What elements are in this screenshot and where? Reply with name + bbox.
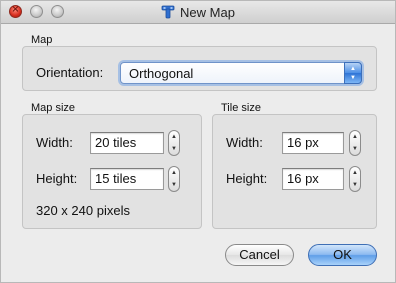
stepper-down-icon[interactable]: ▼ [350, 179, 360, 191]
ok-button[interactable]: OK [308, 244, 377, 266]
tile-height-label: Height: [226, 171, 268, 186]
map-width-label: Width: [36, 135, 73, 150]
tile-width-stepper[interactable]: ▲ ▼ [349, 130, 361, 156]
map-width-stepper[interactable]: ▲ ▼ [168, 130, 180, 156]
tile-width-field[interactable]: 16 px [282, 132, 344, 154]
map-height-label: Height: [36, 171, 78, 186]
map-height-stepper[interactable]: ▲ ▼ [168, 166, 180, 192]
orientation-value: Orthogonal [129, 66, 194, 81]
stepper-up-icon[interactable]: ▲ [350, 167, 360, 179]
tile-height-field[interactable]: 16 px [282, 168, 344, 190]
stepper-down-icon[interactable]: ▼ [350, 143, 360, 155]
tile-size-group-label: Tile size [221, 102, 261, 114]
stepper-up-icon[interactable]: ▲ [169, 167, 179, 179]
stepper-up-icon[interactable]: ▲ [169, 131, 179, 143]
map-group-label: Map [31, 34, 53, 46]
title-bar[interactable]: × New Map [1, 1, 395, 24]
map-size-group-label: Map size [31, 102, 76, 114]
tile-size-group: Width: 16 px ▲ ▼ Height: 16 px ▲ ▼ [212, 114, 377, 229]
tiled-app-icon [161, 5, 175, 19]
window-title: New Map [180, 4, 235, 20]
tile-height-stepper[interactable]: ▲ ▼ [349, 166, 361, 192]
window-title-area: New Map [1, 1, 395, 23]
map-height-field[interactable]: 15 tiles [90, 168, 164, 190]
stepper-down-icon[interactable]: ▼ [169, 143, 179, 155]
orientation-label: Orientation: [36, 65, 104, 80]
map-pixel-size: 320 x 240 pixels [36, 203, 130, 218]
map-size-group: Width: 20 tiles ▲ ▼ Height: 15 tiles ▲ ▼… [22, 114, 202, 229]
map-width-field[interactable]: 20 tiles [90, 132, 164, 154]
cancel-button[interactable]: Cancel [225, 244, 294, 266]
stepper-down-icon[interactable]: ▼ [169, 179, 179, 191]
stepper-up-icon[interactable]: ▲ [350, 131, 360, 143]
orientation-select[interactable]: Orthogonal ▲ ▼ [120, 62, 362, 84]
chevron-up-down-icon: ▲ ▼ [344, 62, 362, 84]
tile-width-label: Width: [226, 135, 263, 150]
new-map-dialog: × New Map Map Orientation: Orthogonal ▲ ▼… [0, 0, 396, 283]
map-group: Orientation: Orthogonal ▲ ▼ [22, 46, 377, 91]
